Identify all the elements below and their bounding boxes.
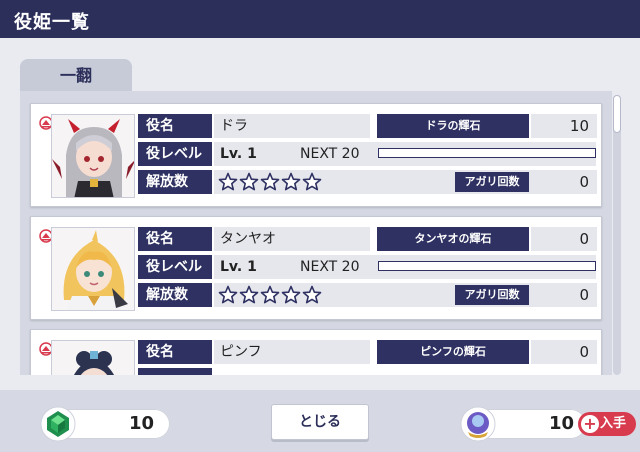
character-portrait[interactable] xyxy=(51,340,135,375)
get-button-label: 入手 xyxy=(600,416,627,431)
close-button[interactable]: とじる xyxy=(271,404,369,440)
character-card[interactable]: 役名 ドラ ドラの輝石 10 役レベル Lv. 1 NEXT 20 解放数 アガ… xyxy=(30,103,602,207)
character-card[interactable]: 役名 タンヤオ タンヤオの輝石 0 役レベル Lv. 1 NEXT 20 解放数… xyxy=(30,216,602,320)
name-value: タンヤオ xyxy=(214,227,370,251)
title-bar: 役姫一覧 xyxy=(0,0,640,38)
star-icon xyxy=(239,172,259,191)
level-label xyxy=(138,368,212,375)
exp-progress-bar xyxy=(378,261,596,271)
level-label: 役レベル xyxy=(138,255,212,279)
character-portrait[interactable] xyxy=(51,114,135,198)
character-portrait[interactable] xyxy=(51,227,135,311)
scrollbar-thumb[interactable] xyxy=(613,95,621,133)
level-value: Lv. 1 xyxy=(220,259,257,275)
level-row: Lv. 1 NEXT 20 xyxy=(214,255,596,279)
exp-progress-bar xyxy=(378,148,596,158)
stone-count: 0 xyxy=(531,340,597,364)
next-exp: NEXT 20 xyxy=(300,259,360,275)
name-label: 役名 xyxy=(138,227,212,251)
stone-count: 10 xyxy=(531,114,597,138)
agari-label: アガリ回数 xyxy=(455,172,529,192)
stone-label: ドラの輝石 xyxy=(377,114,529,138)
get-button[interactable]: + 入手 xyxy=(578,412,636,436)
star-icon xyxy=(302,285,322,304)
name-value: ピンフ xyxy=(214,340,370,364)
tab-ippan[interactable]: 一翻 xyxy=(20,59,132,92)
release-label: 解放数 xyxy=(138,170,212,194)
star-icon xyxy=(281,172,301,191)
star-icon xyxy=(239,285,259,304)
star-icon xyxy=(218,285,238,304)
character-card[interactable]: 役名 ピンフ ピンフの輝石 0 xyxy=(30,329,602,375)
name-value: ドラ xyxy=(214,114,370,138)
plus-icon: + xyxy=(581,415,599,433)
name-label: 役名 xyxy=(138,340,212,364)
next-exp: NEXT 20 xyxy=(300,146,360,162)
green-gem-count: 10 xyxy=(128,413,154,434)
name-label: 役名 xyxy=(138,114,212,138)
stone-label: ピンフの輝石 xyxy=(377,340,529,364)
star-icon xyxy=(218,172,238,191)
stone-label: タンヤオの輝石 xyxy=(377,227,529,251)
star-icon xyxy=(302,172,322,191)
level-value: Lv. 1 xyxy=(220,146,257,162)
purple-gem-icon xyxy=(460,406,496,442)
purple-gem-count: 10 xyxy=(548,413,574,434)
agari-count: 0 xyxy=(531,283,597,307)
release-stars xyxy=(218,285,323,305)
release-label: 解放数 xyxy=(138,283,212,307)
green-gem-icon xyxy=(40,406,76,442)
star-icon xyxy=(260,285,280,304)
star-icon xyxy=(281,285,301,304)
character-list[interactable]: 役名 ドラ ドラの輝石 10 役レベル Lv. 1 NEXT 20 解放数 アガ… xyxy=(20,91,612,375)
release-stars xyxy=(218,172,323,192)
agari-label: アガリ回数 xyxy=(455,285,529,305)
page-title: 役姫一覧 xyxy=(14,12,90,33)
agari-count: 0 xyxy=(531,170,597,194)
level-label: 役レベル xyxy=(138,142,212,166)
stone-count: 0 xyxy=(531,227,597,251)
star-icon xyxy=(260,172,280,191)
level-row: Lv. 1 NEXT 20 xyxy=(214,142,596,166)
scrollbar-track[interactable] xyxy=(613,95,621,375)
